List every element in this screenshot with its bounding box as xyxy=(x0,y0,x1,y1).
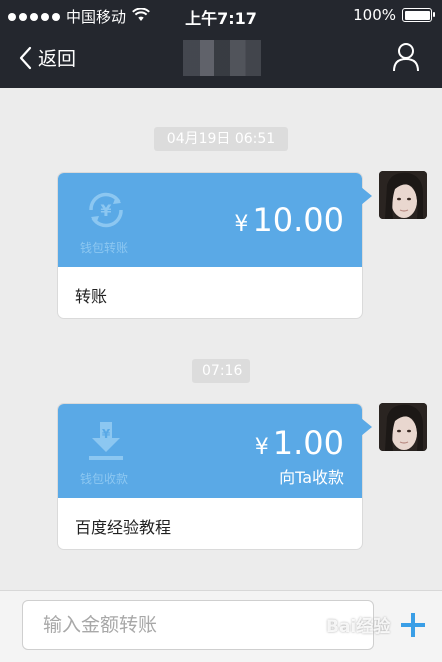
status-right: 100% xyxy=(353,6,435,24)
svg-text:¥: ¥ xyxy=(102,427,111,441)
wallet-transfer-label: 钱包转账 xyxy=(79,241,128,255)
chevron-left-icon xyxy=(19,46,32,69)
nav-bar: 返回 xyxy=(0,30,442,88)
avatar-image xyxy=(379,403,427,451)
add-button[interactable] xyxy=(400,612,426,642)
amount-value: 10.00 xyxy=(252,201,344,239)
back-label: 返回 xyxy=(38,48,77,70)
avatar[interactable] xyxy=(379,171,427,219)
amount-input[interactable] xyxy=(22,600,374,650)
watermark: Bai经验 xyxy=(326,617,391,637)
transfer-card[interactable]: ¥ 钱包转账 ¥10.00 转账 xyxy=(58,173,372,318)
request-description: 百度经验教程 xyxy=(75,518,172,537)
person-icon xyxy=(393,43,419,72)
avatar-image xyxy=(379,171,427,219)
currency-symbol: ¥ xyxy=(234,212,249,237)
transfer-card-header: ¥ 钱包转账 ¥10.00 xyxy=(58,173,362,267)
wallet-transfer-icon: ¥ xyxy=(89,192,123,228)
transfer-description: 转账 xyxy=(75,287,108,306)
receive-request-card[interactable]: ¥ 钱包收款 ¥1.00 向Ta收款 百度经验教程 xyxy=(58,404,372,549)
status-bar: 中国移动 上午7:17 100% xyxy=(0,0,442,30)
request-subtitle: 向Ta收款 xyxy=(279,468,344,487)
wallet-receive-label: 钱包收款 xyxy=(79,472,128,486)
transfer-amount: ¥10.00 xyxy=(234,201,344,239)
message-timestamp: 04月19日 06:51 xyxy=(154,127,288,151)
battery-icon xyxy=(402,8,435,22)
bubble-tail xyxy=(361,187,372,205)
currency-symbol: ¥ xyxy=(254,435,269,460)
wallet-receive-badge: ¥ 钱包收款 xyxy=(76,418,136,487)
receive-card-header: ¥ 钱包收款 ¥1.00 向Ta收款 xyxy=(58,404,362,498)
plus-icon xyxy=(401,613,425,637)
svg-text:¥: ¥ xyxy=(100,201,111,220)
avatar[interactable] xyxy=(379,403,427,451)
wallet-transfer-badge: ¥ 钱包转账 xyxy=(76,187,136,256)
request-amount: ¥1.00 xyxy=(255,424,344,462)
battery-percent: 100% xyxy=(353,6,396,24)
chat-title xyxy=(183,40,261,76)
message-timestamp: 07:16 xyxy=(192,359,250,383)
back-button[interactable]: 返回 xyxy=(18,44,76,71)
profile-button[interactable] xyxy=(392,42,420,76)
amount-value: 1.00 xyxy=(272,424,344,462)
bubble-tail xyxy=(361,418,372,436)
wallet-receive-icon: ¥ xyxy=(89,422,123,460)
